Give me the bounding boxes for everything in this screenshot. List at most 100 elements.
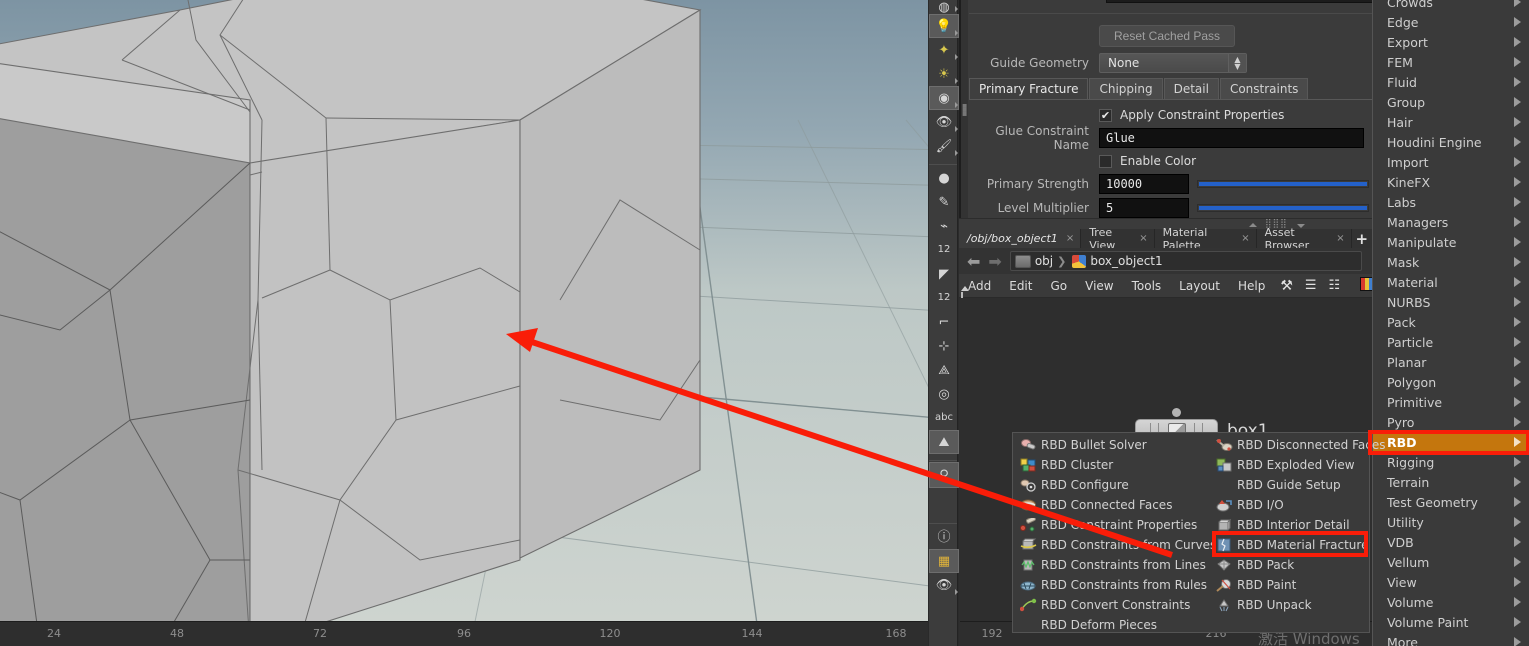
viewport-tool-camera[interactable]: ◉ <box>929 86 959 110</box>
viewport-tool-area-light[interactable]: ☀ <box>929 62 959 86</box>
enable-color-checkbox[interactable] <box>1099 154 1112 168</box>
category-item-planar[interactable]: Planar <box>1373 352 1529 372</box>
breadcrumb-segment-obj[interactable]: obj <box>1035 254 1053 268</box>
add-tab-button[interactable]: + <box>1352 229 1372 248</box>
menu-item-rbd-unpack[interactable]: RBD Unpack <box>1211 595 1369 615</box>
category-item-pyro[interactable]: Pyro <box>1373 412 1529 432</box>
category-item-kinefx[interactable]: KineFX <box>1373 172 1529 192</box>
primary-strength-slider[interactable] <box>1197 180 1369 188</box>
node-input-connector[interactable] <box>1172 408 1181 417</box>
menu-tools[interactable]: Tools <box>1123 279 1171 293</box>
menu-item-rbd-constraint-properties[interactable]: RBD Constraint Properties <box>1015 515 1211 535</box>
category-item-rigging[interactable]: Rigging <box>1373 452 1529 472</box>
menu-item-rbd-connected-faces[interactable]: RBD Connected Faces <box>1015 495 1211 515</box>
level-multiplier-input[interactable]: 5 <box>1099 198 1189 218</box>
category-item-terrain[interactable]: Terrain <box>1373 472 1529 492</box>
viewport-tool-select[interactable]: ◍ <box>929 0 959 14</box>
network-tab-bar[interactable]: /obj/box_object1 × Tree View × Material … <box>959 226 1372 252</box>
menu-item-rbd-paint[interactable]: RBD Paint <box>1211 575 1369 595</box>
guide-geometry-dropdown[interactable]: None ▲ ▼ <box>1099 53 1247 73</box>
close-icon[interactable]: × <box>1336 233 1344 244</box>
category-item-fem[interactable]: FEM <box>1373 52 1529 72</box>
primary-strength-input[interactable]: 10000 <box>1099 174 1189 194</box>
network-path-bar[interactable]: ⬅ ➡ obj ❯ box_object1 <box>959 248 1372 274</box>
menu-item-rbd-io[interactable]: RBD I/O <box>1211 495 1369 515</box>
category-item-more[interactable]: More <box>1373 632 1529 646</box>
viewport-tool-text[interactable]: abc <box>929 406 959 430</box>
menu-item-rbd-configure[interactable]: RBD Configure <box>1015 475 1211 495</box>
category-item-hair[interactable]: Hair <box>1373 112 1529 132</box>
viewport-tool-axis[interactable]: ⟁ <box>929 358 959 382</box>
category-item-view[interactable]: View <box>1373 572 1529 592</box>
viewport-tool-marker[interactable]: ⚲ <box>929 462 959 488</box>
viewport-tool-display[interactable]: ◎ <box>929 382 959 406</box>
category-item-houdini-engine[interactable]: Houdini Engine <box>1373 132 1529 152</box>
category-item-test-geometry[interactable]: Test Geometry <box>1373 492 1529 512</box>
menu-item-rbd-cluster[interactable]: RBD Cluster <box>1015 455 1211 475</box>
close-icon[interactable]: × <box>1066 233 1074 244</box>
menu-item-rbd-constraints-from-lines[interactable]: RBD Constraints from Lines <box>1015 555 1211 575</box>
viewport-tool-edit[interactable]: ✎ <box>929 190 959 214</box>
color-palette-icon[interactable] <box>1356 277 1372 294</box>
category-item-manipulate[interactable]: Manipulate <box>1373 232 1529 252</box>
category-item-crowds[interactable]: Crowds <box>1373 0 1529 12</box>
category-item-particle[interactable]: Particle <box>1373 332 1529 352</box>
perspective-viewport[interactable]: 24 48 72 96 120 144 168 <box>0 0 928 646</box>
viewport-tool-view[interactable]: 👁 <box>929 110 959 134</box>
category-item-volume-paint[interactable]: Volume Paint <box>1373 612 1529 632</box>
apply-constraint-properties-checkbox[interactable]: ✔ <box>1099 108 1112 122</box>
splitter-collapse-up-icon[interactable] <box>1249 223 1257 227</box>
menu-item-rbd-bullet-solver[interactable]: RBD Bullet Solver <box>1015 435 1211 455</box>
category-item-material[interactable]: Material <box>1373 272 1529 292</box>
menu-item-rbd-interior-detail[interactable]: RBD Interior Detail <box>1211 515 1369 535</box>
parameter-tabstrip[interactable]: Primary Fracture Chipping Detail Constra… <box>969 78 1309 100</box>
menu-item-rbd-material-fracture[interactable]: RBD Material Fracture <box>1211 535 1369 555</box>
menu-help[interactable]: Help <box>1229 279 1274 293</box>
level-multiplier-slider[interactable] <box>1197 204 1369 212</box>
viewport-tool-measure[interactable]: ⌐ <box>929 310 959 334</box>
viewport-tool-number-12b[interactable]: 12 <box>929 286 959 310</box>
scroll-up-triangle-icon[interactable] <box>961 286 969 291</box>
back-arrow-icon[interactable]: ⬅ <box>967 252 980 271</box>
viewport-tool-light[interactable]: 💡 <box>929 14 959 38</box>
tab-chipping[interactable]: Chipping <box>1089 78 1163 100</box>
close-icon[interactable]: × <box>1241 233 1249 244</box>
category-item-utility[interactable]: Utility <box>1373 512 1529 532</box>
forward-arrow-icon[interactable]: ➡ <box>988 252 1001 271</box>
category-item-labs[interactable]: Labs <box>1373 192 1529 212</box>
category-item-fluid[interactable]: Fluid <box>1373 72 1529 92</box>
tools-wrench-icon[interactable]: ⚒ <box>1274 278 1299 294</box>
breadcrumb-segment-box-object1[interactable]: box_object1 <box>1090 254 1162 268</box>
partial-parameter-field[interactable] <box>1106 0 1372 3</box>
menu-go[interactable]: Go <box>1041 279 1076 293</box>
glue-constraint-name-input[interactable]: Glue <box>1099 128 1364 148</box>
category-item-pack[interactable]: Pack <box>1373 312 1529 332</box>
viewport-tool-sculpt[interactable]: ◤ <box>929 262 959 286</box>
category-item-rbd[interactable]: RBD <box>1373 432 1529 452</box>
breadcrumb[interactable]: obj ❯ box_object1 <box>1009 251 1362 271</box>
viewport-tool-paint[interactable]: 🖌 <box>929 134 959 158</box>
spinner-updown-icon[interactable]: ▲ ▼ <box>1228 54 1246 72</box>
node-list-icon[interactable]: ☰ <box>1299 278 1323 293</box>
menu-item-rbd-convert-constraints[interactable]: RBD Convert Constraints <box>1015 595 1211 615</box>
menu-view[interactable]: View <box>1076 279 1122 293</box>
category-item-group[interactable]: Group <box>1373 92 1529 112</box>
reset-cached-pass-button[interactable]: Reset Cached Pass <box>1099 25 1236 47</box>
menu-item-rbd-guide-setup[interactable]: RBD Guide Setup <box>1211 475 1369 495</box>
category-item-primitive[interactable]: Primitive <box>1373 392 1529 412</box>
tab-tree-view[interactable]: Tree View × <box>1081 226 1155 252</box>
viewport-tool-number-12[interactable]: 12 <box>929 238 959 262</box>
category-item-volume[interactable]: Volume <box>1373 592 1529 612</box>
tool-category-menu[interactable]: Crowds Edge Export FEM Fluid Group Hair … <box>1372 0 1529 646</box>
category-item-vdb[interactable]: VDB <box>1373 532 1529 552</box>
menubar-scroll-indicator[interactable] <box>959 283 969 305</box>
tab-material-palette[interactable]: Material Palette × <box>1155 226 1257 252</box>
menu-item-rbd-exploded-view[interactable]: RBD Exploded View <box>1211 455 1369 475</box>
viewport-tool-environment[interactable]: ⛰ <box>929 430 959 454</box>
category-item-export[interactable]: Export <box>1373 32 1529 52</box>
viewport-tool-shelf[interactable]: ◍ 💡 ✦ ☀ ◉ 👁 🖌 ● ✎ ⌁ 12 ◤ 12 ⌐ ⊹ ⟁ ◎ abc … <box>928 0 959 646</box>
tab-asset-browser[interactable]: Asset Browser × <box>1257 226 1352 252</box>
category-item-nurbs[interactable]: NURBS <box>1373 292 1529 312</box>
rbd-tool-submenu[interactable]: RBD Bullet Solver RBD Cluster RBD Config… <box>1012 432 1386 633</box>
category-item-mask[interactable]: Mask <box>1373 252 1529 272</box>
